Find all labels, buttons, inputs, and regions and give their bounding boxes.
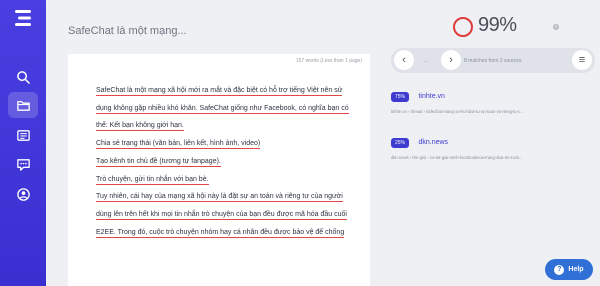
match-percent-badge: 25% bbox=[391, 138, 410, 148]
info-icon[interactable]: ? bbox=[553, 24, 559, 30]
sidebar bbox=[0, 0, 46, 286]
paragraph-line[interactable]: dùng lên trên hết khi mọi tin nhắn trò c… bbox=[96, 206, 358, 224]
source-link[interactable]: tinhte.vn bbox=[418, 93, 444, 100]
source-link[interactable]: dkn.news bbox=[418, 139, 448, 146]
help-button[interactable]: ? Help bbox=[545, 259, 593, 280]
help-icon: ? bbox=[554, 264, 565, 275]
folder-icon bbox=[16, 100, 30, 111]
previous-match-button[interactable]: ‹ bbox=[394, 50, 414, 70]
paragraph-line[interactable]: Chia sẻ trạng thái (văn bản, liên kết, h… bbox=[96, 135, 358, 153]
paragraph-line[interactable]: Trò chuyện, gửi tin nhắn với bạn bè. bbox=[96, 171, 358, 189]
paragraph-line[interactable]: dụng không gặp nhiều khó khăn. SafeChat … bbox=[96, 100, 358, 118]
matches-toolbar: ‹ ... › 8 matches from 2 sources ≡ bbox=[391, 48, 595, 73]
matches-summary: 8 matches from 2 sources bbox=[464, 58, 522, 64]
match-position: ... bbox=[424, 58, 429, 64]
menu-button[interactable]: ≡ bbox=[572, 50, 592, 70]
word-count: 157 words (Less than 1 page) bbox=[295, 58, 362, 64]
chat-button[interactable] bbox=[8, 151, 38, 177]
plagiarism-score: 99% bbox=[478, 14, 517, 36]
paragraph-line[interactable]: thể: Kết bạn không giới hạn. bbox=[96, 117, 358, 135]
document-editor[interactable]: 157 words (Less than 1 page) SafeChat là… bbox=[68, 54, 370, 286]
source-url[interactable]: dkn.news › the-gioi › co-tat-giai-minh-f… bbox=[391, 155, 595, 160]
paragraph-line[interactable]: E2EE. Trong đó, cuộc trò chuyện nhóm hay… bbox=[96, 224, 358, 242]
search-icon bbox=[16, 70, 30, 84]
documents-button[interactable] bbox=[8, 92, 38, 118]
source-url[interactable]: tinhte.vn › thread › safechat-mang-xa-ho… bbox=[391, 109, 595, 114]
chat-icon bbox=[16, 158, 30, 171]
search-button[interactable] bbox=[8, 64, 38, 90]
score-ring-icon bbox=[453, 17, 473, 37]
next-match-button[interactable]: › bbox=[441, 50, 461, 70]
match-percent-badge: 75% bbox=[391, 92, 410, 102]
paragraph-line[interactable]: Tạo kênh tin chủ đề (tương tự fanpage). bbox=[96, 153, 358, 171]
source-result[interactable]: 75% tinhte.vn tinhte.vn › thread › safec… bbox=[391, 85, 595, 114]
logo-icon[interactable] bbox=[13, 9, 33, 27]
paragraph-line[interactable]: Tuy nhiên, cái hay của mạng xã hội này l… bbox=[96, 188, 358, 206]
account-button[interactable] bbox=[8, 181, 38, 207]
help-label: Help bbox=[568, 266, 584, 273]
reports-button[interactable] bbox=[8, 122, 38, 148]
account-icon bbox=[16, 187, 30, 201]
document-body[interactable]: SafeChat là một mạng xã hội mới ra mắt v… bbox=[96, 82, 358, 241]
paragraph-line[interactable]: SafeChat là một mạng xã hội mới ra mắt v… bbox=[96, 82, 358, 100]
document-title[interactable]: SafeChat là một mạng... bbox=[68, 25, 187, 37]
document-list-icon bbox=[16, 129, 30, 141]
source-result[interactable]: 25% dkn.news dkn.news › the-gioi › co-ta… bbox=[391, 131, 595, 160]
